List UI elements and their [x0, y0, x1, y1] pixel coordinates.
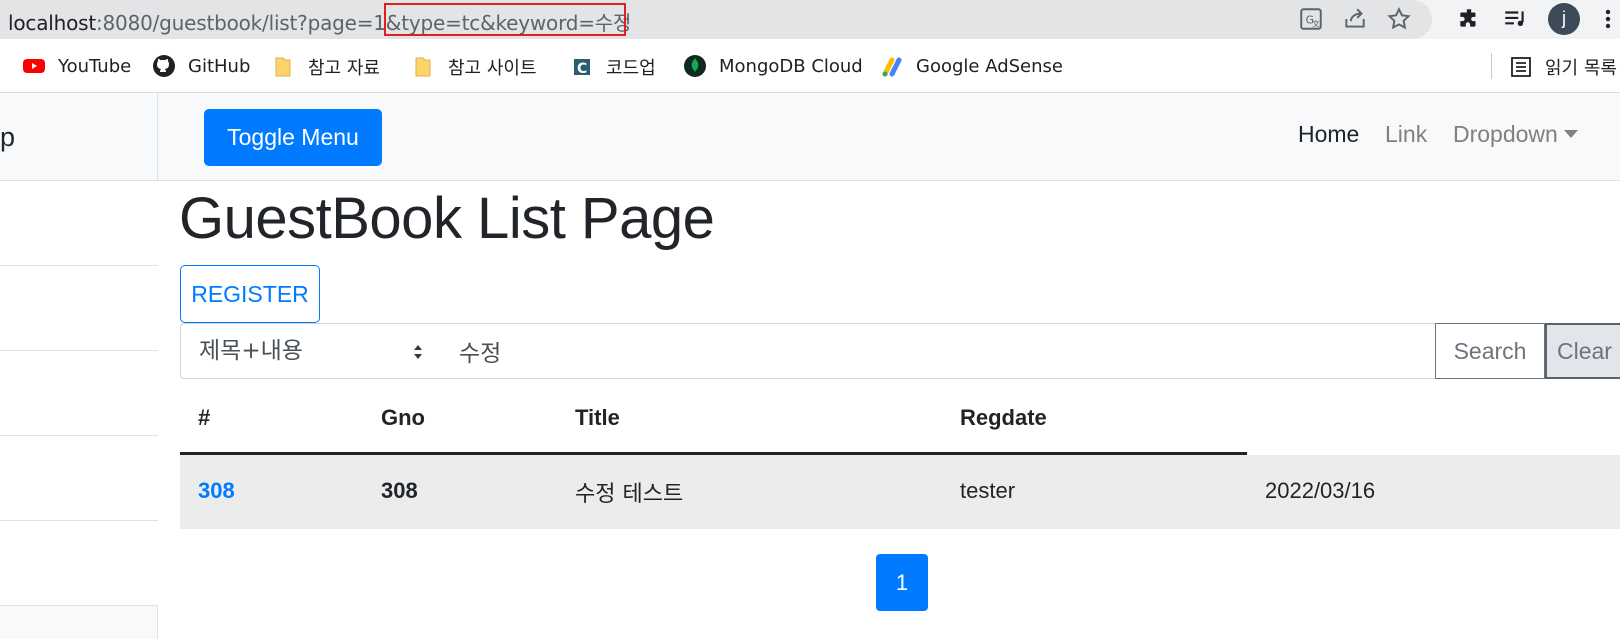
bookmark-adsense[interactable]: Google AdSense — [880, 54, 1063, 78]
nav-home-link[interactable]: Home — [1298, 121, 1359, 148]
red-highlight-box — [384, 3, 626, 36]
url-host: localhost — [8, 11, 96, 35]
share-icon[interactable] — [1342, 6, 1368, 32]
bookmark-label: 코드업 — [606, 58, 656, 79]
extensions-icon[interactable] — [1456, 6, 1482, 32]
media-control-icon[interactable] — [1502, 6, 1528, 32]
search-type-select[interactable]: 제목+내용 — [180, 323, 442, 379]
address-bar[interactable]: localhost:8080/guestbook/list?page=1&typ… — [0, 0, 1432, 39]
folder-icon — [415, 57, 431, 77]
sidebar: p — [0, 93, 158, 639]
bookmarks-bar: YouTube GitHub 참고 자료 참고 사이트 C 코드업 MongoD… — [0, 39, 1620, 93]
bookmark-youtube[interactable]: YouTube — [22, 54, 131, 78]
bookmark-label: YouTube — [58, 55, 132, 77]
url-path: :8080/guestbook/list?page=1& — [95, 11, 402, 35]
svg-text:文: 文 — [1312, 19, 1320, 29]
clear-button[interactable]: Clear — [1545, 323, 1620, 379]
github-icon — [153, 55, 175, 77]
bookmark-label: GitHub — [188, 55, 251, 77]
col-header-gno: Gno — [381, 405, 425, 430]
bookmark-folder-references[interactable]: 참고 자료 — [272, 54, 380, 80]
mongodb-icon — [684, 55, 706, 77]
codeup-icon: C — [574, 59, 590, 77]
browser-toolbar: localhost:8080/guestbook/list?page=1&typ… — [0, 0, 1620, 39]
row-title: 수정 테스트 — [575, 482, 684, 507]
kebab-menu-icon[interactable] — [1598, 6, 1618, 32]
search-keyword-input[interactable] — [441, 323, 1436, 379]
row-num-link[interactable]: 308 — [198, 478, 235, 504]
row-gno: 308 — [381, 478, 418, 503]
adsense-icon — [882, 57, 902, 77]
top-navbar: Toggle Menu Home Link Dropdown — [158, 93, 1620, 181]
svg-text:C: C — [577, 61, 587, 77]
pagination-page-button[interactable]: 1 — [876, 554, 928, 611]
col-header-title: Title — [575, 405, 620, 430]
star-icon[interactable] — [1386, 6, 1412, 32]
register-button[interactable]: REGISTER — [180, 265, 320, 323]
bookmark-github[interactable]: GitHub — [152, 54, 250, 78]
search-button[interactable]: Search — [1435, 323, 1545, 379]
nav-dropdown-label: Dropdown — [1453, 121, 1558, 147]
translate-icon[interactable]: G文 — [1298, 6, 1324, 32]
bookmark-label: 참고 자료 — [308, 58, 380, 79]
col-header-num: # — [198, 405, 211, 430]
folder-icon — [275, 57, 291, 77]
bookmark-codeup[interactable]: C 코드업 — [570, 54, 656, 80]
profile-avatar[interactable]: j — [1548, 3, 1580, 35]
nav-dropdown[interactable]: Dropdown — [1453, 121, 1578, 148]
page-title: GuestBook List Page — [179, 186, 715, 251]
bookmarks-divider — [1491, 53, 1492, 79]
reading-list-icon — [1511, 57, 1531, 77]
bookmark-label: MongoDB Cloud — [719, 55, 863, 77]
reading-list-label: 읽기 목록 — [1545, 58, 1617, 79]
sidebar-item[interactable] — [0, 266, 158, 351]
sidebar-item[interactable] — [0, 521, 158, 606]
select-arrows-icon — [414, 345, 422, 359]
search-type-value: 제목+내용 — [199, 338, 303, 364]
sidebar-item[interactable] — [0, 181, 158, 266]
youtube-icon — [23, 59, 45, 73]
bookmark-label: 참고 사이트 — [448, 58, 537, 79]
col-header-regdate: Regdate — [960, 405, 1047, 430]
row-regdate: 2022/03/16 — [1265, 478, 1376, 503]
bookmark-folder-sites[interactable]: 참고 사이트 — [412, 54, 537, 80]
bookmark-mongodb[interactable]: MongoDB Cloud — [683, 54, 863, 78]
reading-list[interactable]: 읽기 목록 — [1509, 54, 1617, 80]
caret-down-icon — [1563, 130, 1578, 139]
toggle-menu-button[interactable]: Toggle Menu — [204, 109, 382, 166]
bookmark-label: Google AdSense — [916, 55, 1063, 77]
sidebar-item[interactable] — [0, 436, 158, 521]
sidebar-item[interactable] — [0, 351, 158, 436]
sidebar-heading: p — [0, 93, 158, 181]
row-writer: tester — [960, 478, 1016, 503]
nav-link[interactable]: Link — [1385, 121, 1427, 148]
